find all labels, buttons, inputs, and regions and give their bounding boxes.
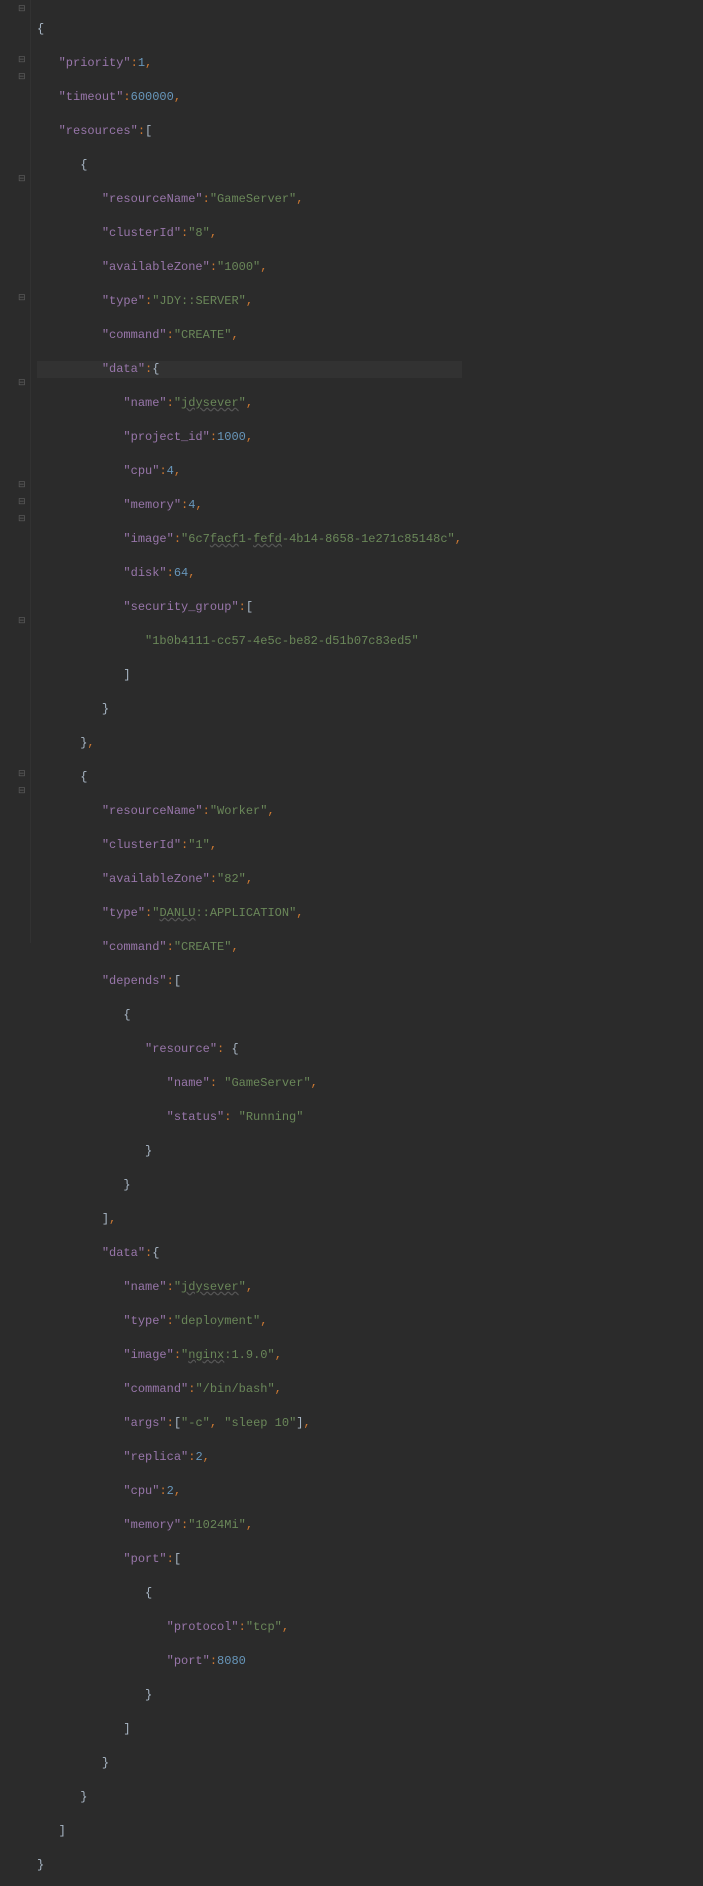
code-line[interactable]: } [37,1687,462,1704]
code-line[interactable]: "availableZone":"1000", [37,259,462,276]
fold-icon[interactable]: ⊟ [18,379,27,388]
fold-icon[interactable]: ⊟ [18,498,27,507]
code-line[interactable]: "resourceName":"Worker", [37,803,462,820]
code-line[interactable]: "availableZone":"82", [37,871,462,888]
code-line[interactable]: "depends":[ [37,973,462,990]
code-line[interactable]: "args":["-c", "sleep 10"], [37,1415,462,1432]
code-line[interactable]: "data":{ [37,361,462,378]
code-line[interactable]: "name":"jdysever", [37,1279,462,1296]
code-line[interactable]: { [37,1585,462,1602]
code-line[interactable]: "resource": { [37,1041,462,1058]
code-line[interactable]: "command":"/bin/bash", [37,1381,462,1398]
code-line[interactable]: "memory":4, [37,497,462,514]
fold-icon[interactable]: ⊟ [18,617,27,626]
code-line[interactable]: "cpu":2, [37,1483,462,1500]
code-line[interactable]: "disk":64, [37,565,462,582]
code-line[interactable]: ], [37,1211,462,1228]
fold-icon[interactable]: ⊟ [18,73,27,82]
code-line[interactable]: "cpu":4, [37,463,462,480]
code-line[interactable]: { [37,21,462,38]
fold-icon[interactable]: ⊟ [18,770,27,779]
fold-icon[interactable]: ⊟ [18,481,27,490]
code-line[interactable]: } [37,1177,462,1194]
code-line[interactable]: "resources":[ [37,123,462,140]
code-line[interactable]: { [37,1007,462,1024]
code-line[interactable]: } [37,1857,462,1874]
code-area[interactable]: { "priority":1, "timeout":600000, "resou… [31,0,462,943]
code-line[interactable]: "clusterId":"1", [37,837,462,854]
code-line[interactable]: "name": "GameServer", [37,1075,462,1092]
code-editor[interactable]: ⊟ ⊟ ⊟ ⊟ ⊟ ⊟ ⊟ ⊟ ⊟ ⊟ ⊟ ⊟ { "priority":1, … [0,0,703,943]
fold-icon[interactable]: ⊟ [18,5,27,14]
code-line[interactable]: "name":"jdysever", [37,395,462,412]
code-line[interactable]: { [37,157,462,174]
code-line[interactable]: "image":"6c7facf1-fefd-4b14-8658-1e271c8… [37,531,462,548]
code-line[interactable]: "type":"deployment", [37,1313,462,1330]
code-line[interactable]: "type":"JDY::SERVER", [37,293,462,310]
code-line[interactable]: "project_id":1000, [37,429,462,446]
code-line[interactable]: ] [37,667,462,684]
gutter: ⊟ ⊟ ⊟ ⊟ ⊟ ⊟ ⊟ ⊟ ⊟ ⊟ ⊟ ⊟ [0,0,31,943]
code-line[interactable]: ] [37,1721,462,1738]
code-line[interactable]: "command":"CREATE", [37,327,462,344]
code-line[interactable]: } [37,1789,462,1806]
code-line[interactable]: ] [37,1823,462,1840]
code-line[interactable]: "replica":2, [37,1449,462,1466]
code-line[interactable]: "priority":1, [37,55,462,72]
code-line[interactable]: "clusterId":"8", [37,225,462,242]
code-line[interactable]: "status": "Running" [37,1109,462,1126]
fold-icon[interactable]: ⊟ [18,515,27,524]
fold-icon[interactable]: ⊟ [18,294,27,303]
code-line[interactable]: "command":"CREATE", [37,939,462,956]
code-line[interactable]: "image":"nginx:1.9.0", [37,1347,462,1364]
code-line[interactable]: "memory":"1024Mi", [37,1517,462,1534]
code-line[interactable]: { [37,769,462,786]
code-line[interactable]: "timeout":600000, [37,89,462,106]
code-line[interactable]: "port":[ [37,1551,462,1568]
code-line[interactable]: } [37,1755,462,1772]
fold-icon[interactable]: ⊟ [18,787,27,796]
code-line[interactable]: "1b0b4111-cc57-4e5c-be82-d51b07c83ed5" [37,633,462,650]
code-line[interactable]: }, [37,735,462,752]
code-line[interactable]: "data":{ [37,1245,462,1262]
code-line[interactable]: } [37,1143,462,1160]
code-line[interactable]: "resourceName":"GameServer", [37,191,462,208]
fold-icon[interactable]: ⊟ [18,56,27,65]
code-line[interactable]: "protocol":"tcp", [37,1619,462,1636]
code-line[interactable]: "type":"DANLU::APPLICATION", [37,905,462,922]
code-line[interactable]: } [37,701,462,718]
code-line[interactable]: "security_group":[ [37,599,462,616]
fold-icon[interactable]: ⊟ [18,175,27,184]
code-line[interactable]: "port":8080 [37,1653,462,1670]
